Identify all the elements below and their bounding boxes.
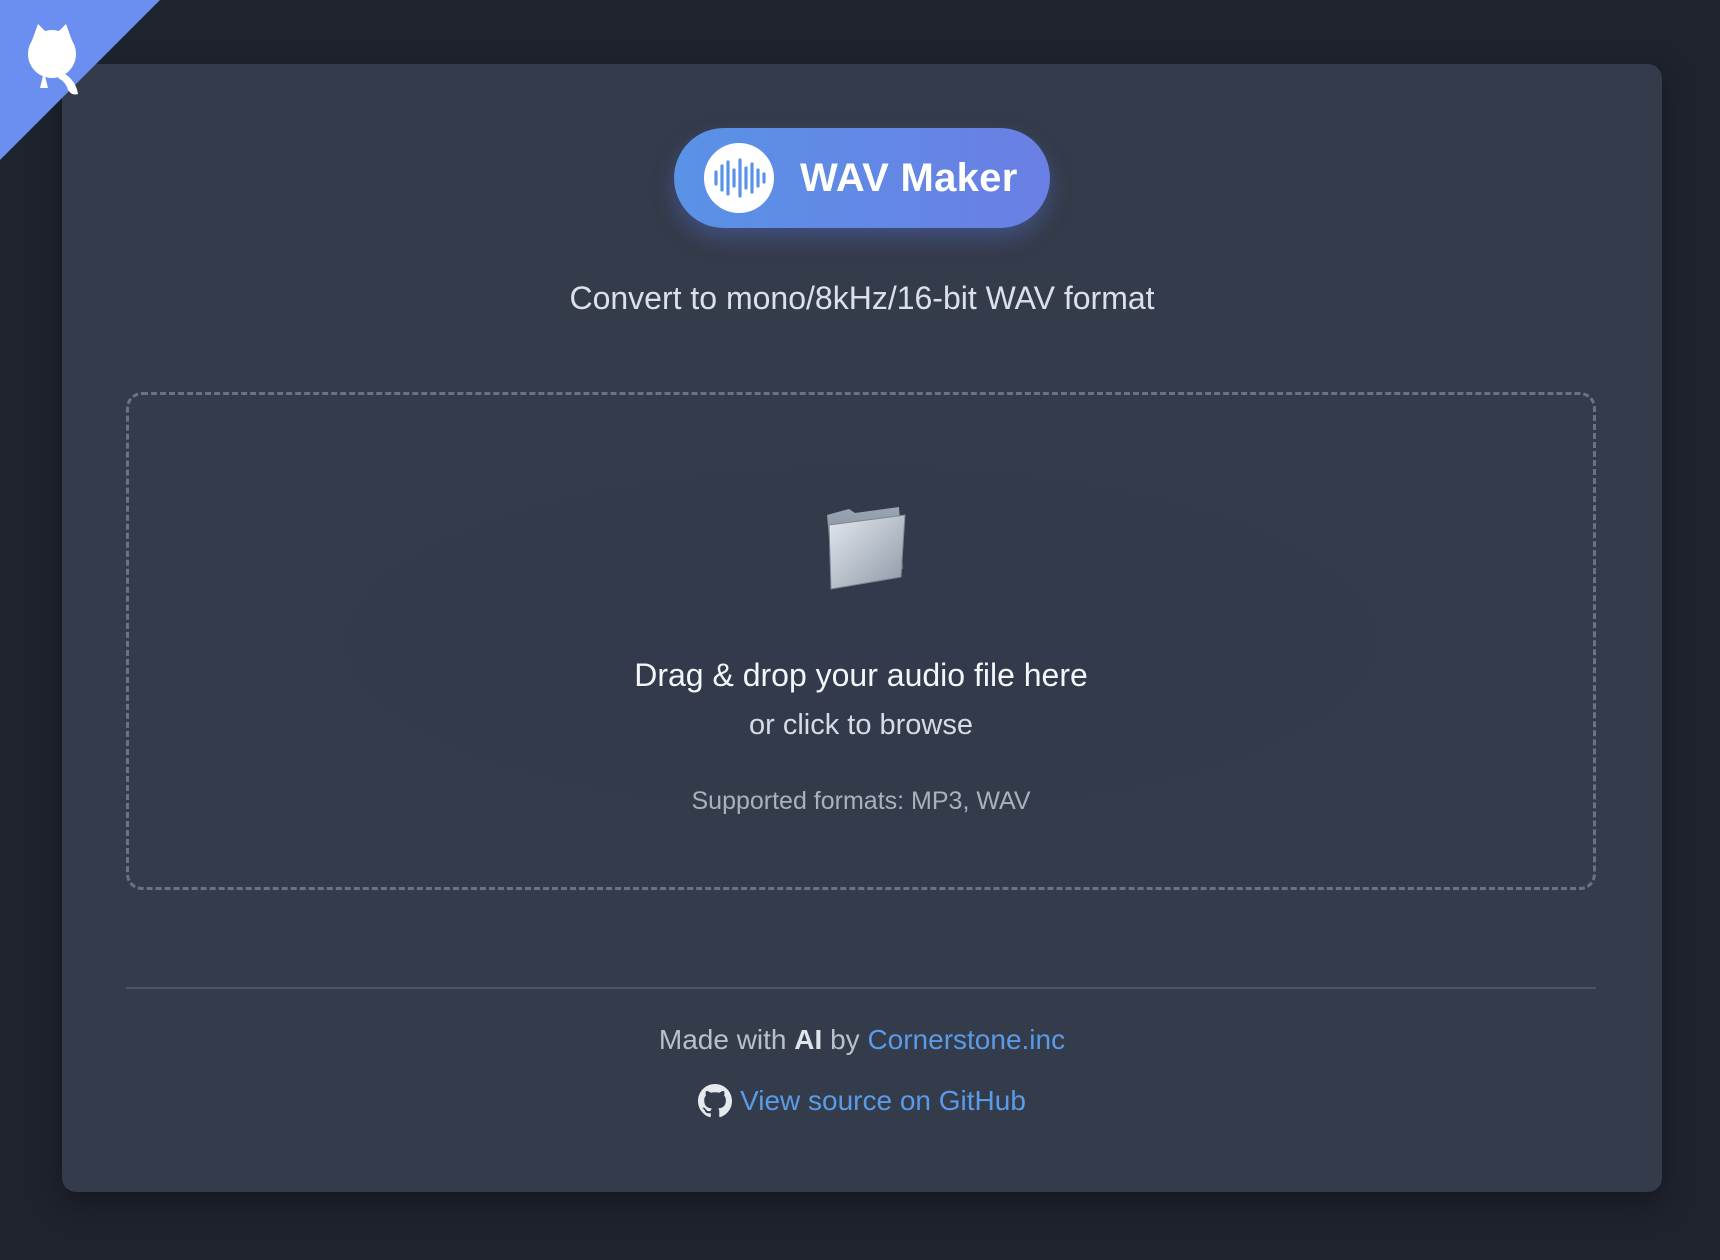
ai-text: AI (794, 1024, 823, 1055)
supported-formats: Supported formats: MP3, WAV (691, 787, 1031, 815)
by-text: by (830, 1024, 860, 1055)
file-dropzone[interactable]: Drag & drop your audio file here or clic… (126, 392, 1596, 890)
github-corner[interactable] (0, 0, 160, 160)
github-link-label: View source on GitHub (740, 1085, 1026, 1116)
footer-credit: Made with AI by Cornerstone.inc (62, 1024, 1662, 1056)
main-card: WAV Maker Convert to mono/8kHz/16-bit WA… (62, 64, 1662, 1192)
brand-pill[interactable]: WAV Maker (674, 128, 1050, 228)
company-link[interactable]: Cornerstone.inc (867, 1024, 1065, 1055)
github-source-link[interactable]: View source on GitHub (698, 1084, 1026, 1118)
folder-icon (827, 507, 906, 590)
waveform-icon (704, 143, 774, 213)
made-with-text: Made with (658, 1024, 787, 1055)
dropzone-title: Drag & drop your audio file here (634, 657, 1088, 693)
footer-github: View source on GitHub (62, 1084, 1662, 1125)
app-title: WAV Maker (800, 155, 1018, 200)
app-subtitle: Convert to mono/8kHz/16-bit WAV format (569, 280, 1155, 316)
dropzone-subtitle: or click to browse (748, 709, 973, 741)
footer-divider (126, 987, 1596, 989)
github-octocat-icon (0, 0, 160, 160)
github-icon (698, 1084, 733, 1118)
